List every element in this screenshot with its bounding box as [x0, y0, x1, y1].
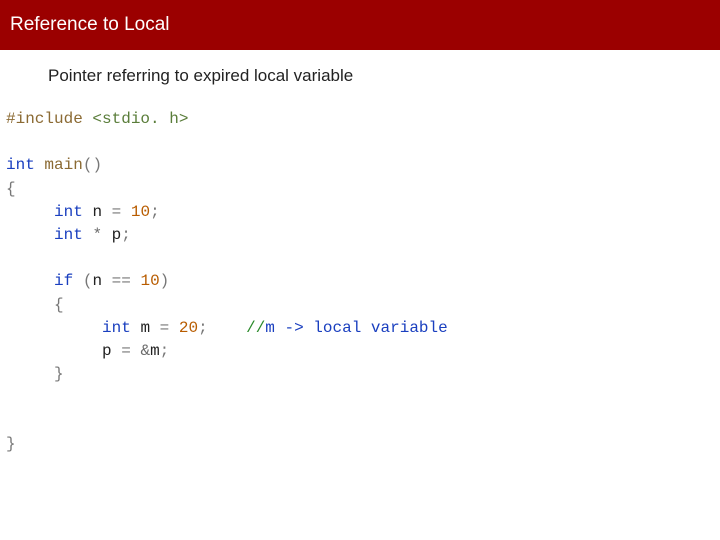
code-token: #include: [6, 110, 83, 128]
subtitle-text: Pointer referring to expired local varia…: [0, 50, 720, 86]
code-token: (: [83, 156, 93, 174]
code-token: int: [6, 156, 35, 174]
code-token: {: [54, 296, 64, 314]
code-token: 20: [179, 319, 198, 337]
code-token: p: [102, 342, 112, 360]
code-token: =: [160, 319, 170, 337]
code-token: {: [6, 180, 16, 198]
code-token: *: [92, 226, 102, 244]
header-bar: Reference to Local: [0, 0, 720, 50]
code-token: int: [54, 226, 83, 244]
code-token: m: [150, 342, 160, 360]
code-token: main: [44, 156, 82, 174]
code-token: n: [92, 203, 102, 221]
code-token: ): [160, 272, 170, 290]
page-title: Reference to Local: [10, 14, 170, 36]
code-token: ;: [160, 342, 170, 360]
code-token: if: [54, 272, 73, 290]
code-token: m: [140, 319, 150, 337]
code-token: }: [6, 435, 16, 453]
code-token: ;: [150, 203, 160, 221]
code-token: n: [92, 272, 102, 290]
code-token: <stdio. h>: [92, 110, 188, 128]
code-token: 10: [131, 203, 150, 221]
code-token: (: [83, 272, 93, 290]
code-token: ;: [121, 226, 131, 244]
code-token: ): [92, 156, 102, 174]
code-token: int: [102, 319, 131, 337]
code-comment: //: [246, 319, 265, 337]
code-token: ;: [198, 319, 208, 337]
code-token: }: [54, 365, 64, 383]
code-comment: m -> local variable: [265, 319, 447, 337]
code-token: int: [54, 203, 83, 221]
code-token: &: [140, 342, 150, 360]
code-token: p: [112, 226, 122, 244]
code-token: ==: [112, 272, 131, 290]
code-token: =: [112, 203, 122, 221]
code-block: #include <stdio. h> int main() { int n =…: [6, 108, 720, 456]
code-token: =: [121, 342, 131, 360]
code-token: 10: [140, 272, 159, 290]
